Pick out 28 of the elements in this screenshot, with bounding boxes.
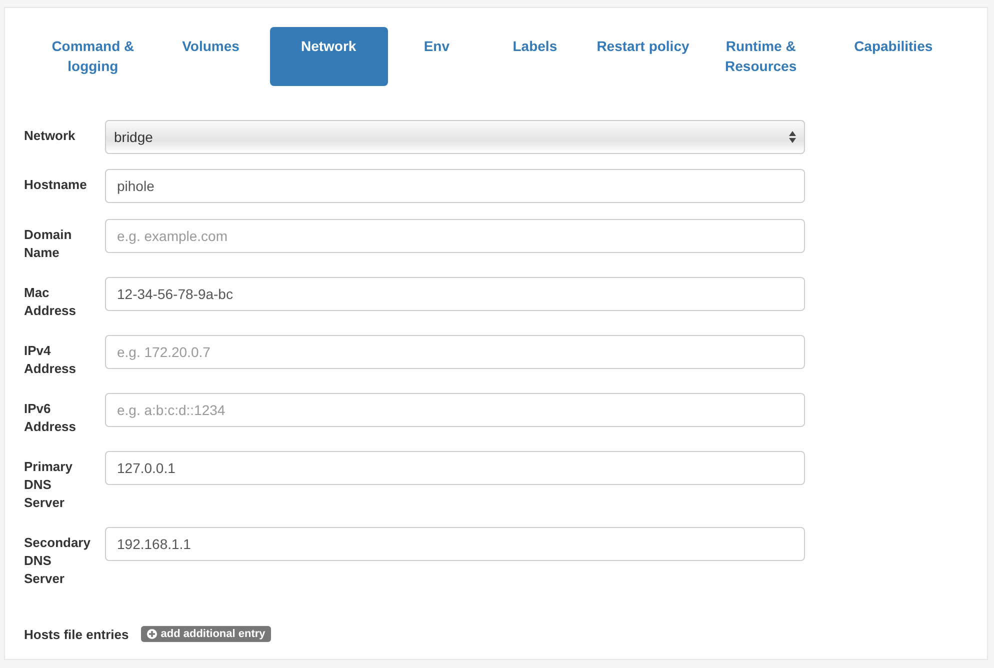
tab[interactable]: Runtime & Resources [702,27,820,86]
hosts-label: Hosts file entries [24,626,129,642]
input-field[interactable]: e.g. example.com [105,219,805,253]
input-field[interactable]: e.g. a:b:c:d::1234 [105,393,805,427]
updown-arrows-icon [789,131,796,143]
tab[interactable]: Network [270,27,388,86]
field-label: Secondary DNS Server [24,534,92,588]
tab[interactable]: Volumes [152,27,270,86]
input-field[interactable]: pihole [105,169,805,203]
field-label: Domain Name [24,226,73,262]
tab[interactable]: Restart policy [584,27,702,86]
tab[interactable]: Capabilities [820,27,967,86]
plus-circle-icon [146,629,157,639]
tab[interactable]: Command & logging [34,27,152,86]
input-field[interactable]: 127.0.0.1 [105,451,805,485]
field-label: Primary DNS Server [24,458,74,512]
tab[interactable]: Labels [486,27,584,86]
tab[interactable]: Env [388,27,486,86]
input-field[interactable]: e.g. 172.20.0.7 [105,335,805,369]
field-label: Mac Address [24,284,78,320]
field-label: Hostname [24,176,88,194]
input-field[interactable]: 192.168.1.1 [105,527,805,561]
add-entry-button[interactable]: add additional entry [140,626,272,642]
field-label: IPv4 Address [24,342,78,378]
field-label: Network [24,127,76,145]
network-select[interactable]: bridge [105,120,805,154]
input-field[interactable]: 12-34-56-78-9a-bc [105,277,805,311]
field-label: IPv6 Address [24,400,78,436]
